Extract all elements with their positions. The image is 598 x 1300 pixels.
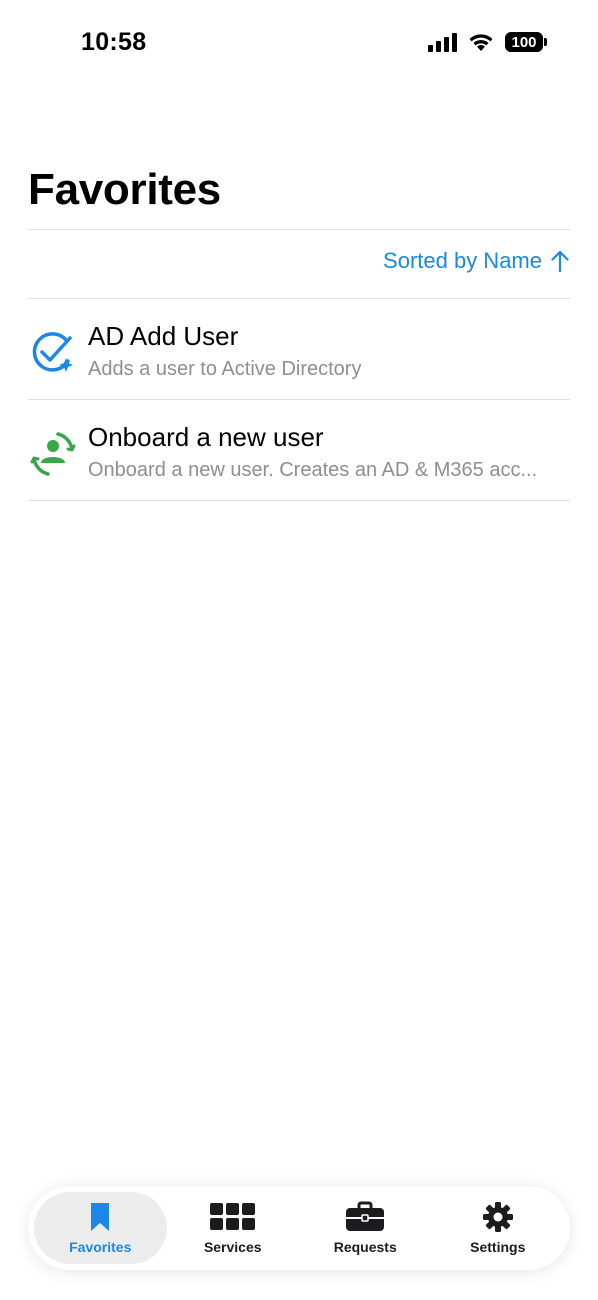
bookmark-icon	[91, 1203, 110, 1231]
favorite-item-ad-add-user[interactable]: AD Add User Adds a user to Active Direct…	[28, 300, 570, 400]
tab-bar: Favorites Services Requests Settings	[28, 1186, 570, 1270]
check-sparkle-icon	[32, 332, 73, 372]
tab-favorites[interactable]: Favorites	[34, 1192, 167, 1264]
status-bar: 10:58 100	[0, 0, 598, 90]
cellular-signal-icon	[428, 32, 457, 52]
tab-services[interactable]: Services	[167, 1192, 300, 1264]
favorite-subtitle: Adds a user to Active Directory	[88, 358, 362, 380]
sort-button[interactable]: Sorted by Name	[383, 248, 570, 274]
arrow-up-icon	[551, 250, 569, 273]
list-divider	[28, 399, 570, 400]
tab-requests[interactable]: Requests	[299, 1192, 432, 1264]
tab-label: Requests	[333, 1239, 397, 1255]
favorite-title: Onboard a new user	[88, 422, 324, 452]
list-divider	[28, 500, 570, 501]
page-title: Favorites	[28, 165, 221, 214]
wifi-icon	[469, 34, 493, 51]
status-time: 10:58	[81, 28, 147, 56]
favorites-screen: 10:58 100 Favorites Sorted by Name AD Ad…	[0, 0, 598, 1300]
tab-label: Services	[203, 1239, 262, 1255]
battery-icon: 100	[505, 32, 547, 52]
title-divider	[28, 229, 570, 230]
favorite-item-onboard-user[interactable]: Onboard a new user Onboard a new user. C…	[28, 401, 570, 501]
tab-settings[interactable]: Settings	[432, 1192, 565, 1264]
sort-divider	[28, 298, 570, 299]
tab-label: Favorites	[69, 1239, 132, 1255]
person-sync-icon	[30, 432, 76, 476]
favorite-subtitle: Onboard a new user. Creates an AD & M365…	[88, 459, 538, 481]
gear-icon	[482, 1202, 513, 1232]
tab-label: Settings	[470, 1239, 526, 1255]
grid-icon	[209, 1203, 255, 1230]
favorite-title: AD Add User	[88, 321, 239, 351]
briefcase-icon	[346, 1201, 385, 1231]
status-indicators: 100	[428, 32, 547, 52]
battery-level: 100	[511, 33, 537, 51]
sort-label: Sorted by Name	[383, 248, 542, 273]
